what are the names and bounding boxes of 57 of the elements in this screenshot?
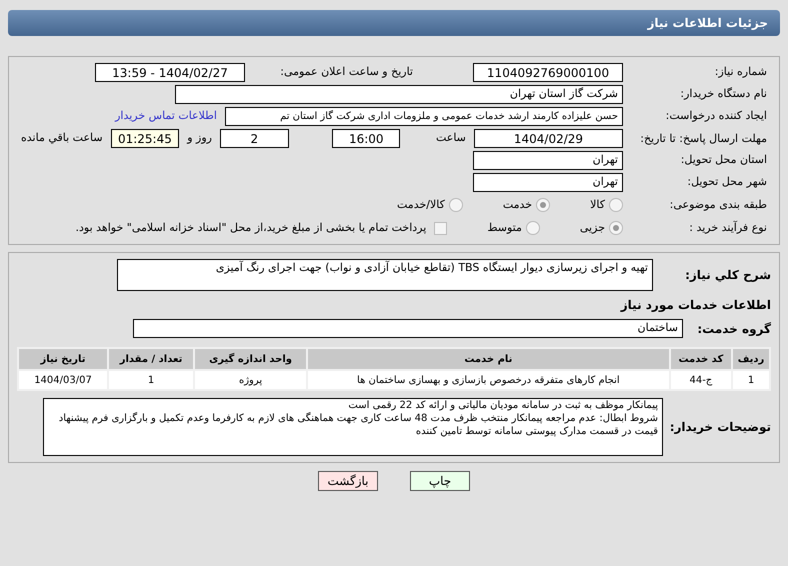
- field-label: شهر محل تحویل:: [686, 174, 767, 190]
- radio-label: کالا: [590, 196, 605, 213]
- field-label: روز و: [187, 130, 212, 146]
- checkbox[interactable]: [434, 222, 448, 234]
- text-field[interactable]: 16:00: [332, 129, 400, 148]
- text-field[interactable]: شرکت گاز استان تهران: [175, 85, 623, 104]
- page-header: جزئیات اطلاعات نیاز: [8, 10, 780, 36]
- radio-button[interactable]: [609, 221, 623, 235]
- section-title: اطلاعات خدمات مورد نیاز: [619, 297, 771, 314]
- table-cell: 1404/03/07: [18, 370, 108, 390]
- field-label: نوع فرآیند خرید :: [688, 220, 767, 236]
- back-button[interactable]: بازگشت: [318, 471, 378, 491]
- column-header: نام خدمت: [307, 348, 670, 370]
- radio-label: خدمت: [502, 196, 532, 213]
- table-cell: 1: [732, 370, 770, 390]
- radio-label: جزیی: [580, 220, 605, 236]
- field-label: توضیحات خریدار:: [671, 419, 771, 436]
- table-cell: 1: [108, 370, 194, 390]
- radio-button[interactable]: [526, 221, 540, 235]
- radio-button[interactable]: [609, 198, 623, 212]
- text-area[interactable]: تهیه و اجرای زیرسازی دیوار ایستگاه TBS (تقاطع خیابان آزادی و نواب) جهت اجرای رنگ آمیزی: [117, 259, 653, 291]
- text-field[interactable]: تهران: [473, 151, 623, 170]
- field-label: گروه خدمت:: [696, 320, 771, 338]
- table-cell: پروژه: [194, 370, 308, 390]
- column-header: تاریخ نیاز: [18, 348, 108, 370]
- field-label: تاریخ و ساعت اعلان عمومی:: [279, 64, 413, 80]
- text-field[interactable]: ساختمان: [133, 319, 683, 338]
- text-field[interactable]: 1404/02/29: [474, 129, 623, 148]
- column-header: تعداد / مقدار: [108, 348, 194, 370]
- print-button[interactable]: چاپ: [410, 471, 470, 491]
- text-field[interactable]: حسن علیزاده کارمند ارشد خدمات عمومی و ملزومات اداری شرکت گاز استان تم: [225, 107, 623, 126]
- field-label: شرح کلي نياز:: [684, 267, 771, 284]
- table-cell: ج-44: [670, 370, 732, 390]
- text-field[interactable]: 01:25:45: [110, 129, 180, 148]
- checkbox-label: پرداخت تمام یا بخشی از مبلغ خرید،از محل "اسناد خزانه اسلامی" خواهد بود.: [76, 220, 426, 236]
- radio-button[interactable]: [448, 198, 463, 212]
- radio-label: متوسط: [487, 220, 522, 236]
- text-area[interactable]: پیمانکار موظف به ثبت در سامانه مودیان مالیاتی و ارائه کد 22 رقمی است شروط ابطال: عدم مراجعه پیمانکار منتخب ظرف مدت 48 ساعت کاری جهت هماهنگی های لازم به کارفرما وعدم تکمیل و بارگزاری فرم پیشنهاد قیمت در قسمت مدارک پیوستی سامانه توسط تامین کننده: [43, 398, 663, 456]
- field-label: طبقه بندی موضوعی:: [668, 196, 767, 213]
- text-field[interactable]: 1104092769000100: [473, 63, 623, 82]
- field-label: ساعت: [436, 130, 466, 146]
- field-label: ساعت باقي مانده: [21, 130, 103, 146]
- field-label: نام دستگاه خریدار:: [679, 86, 767, 102]
- table-cell: انجام کارهای متفرقه درخصوص بازسازی و بهسازی ساختمان ها: [307, 370, 670, 390]
- field-label: شماره نیاز:: [714, 64, 767, 80]
- column-header: واحد اندازه گیری: [194, 348, 308, 370]
- text-field[interactable]: تهران: [473, 173, 623, 192]
- text-field[interactable]: 2: [220, 129, 289, 148]
- radio-button[interactable]: [536, 198, 550, 212]
- radio-label: کالا/خدمت: [397, 196, 445, 213]
- field-label: استان محل تحویل:: [680, 152, 767, 168]
- text-field[interactable]: 1404/02/27 - 13:59: [95, 63, 245, 82]
- column-header: ردیف: [732, 348, 770, 370]
- field-label: مهلت ارسال پاسخ: تا تاریخ:: [639, 132, 767, 145]
- column-header: کد خدمت: [670, 348, 732, 370]
- field-label: ایجاد کننده درخواست:: [664, 108, 767, 124]
- contact-link[interactable]: اطلاعات تماس خریدار: [115, 108, 217, 125]
